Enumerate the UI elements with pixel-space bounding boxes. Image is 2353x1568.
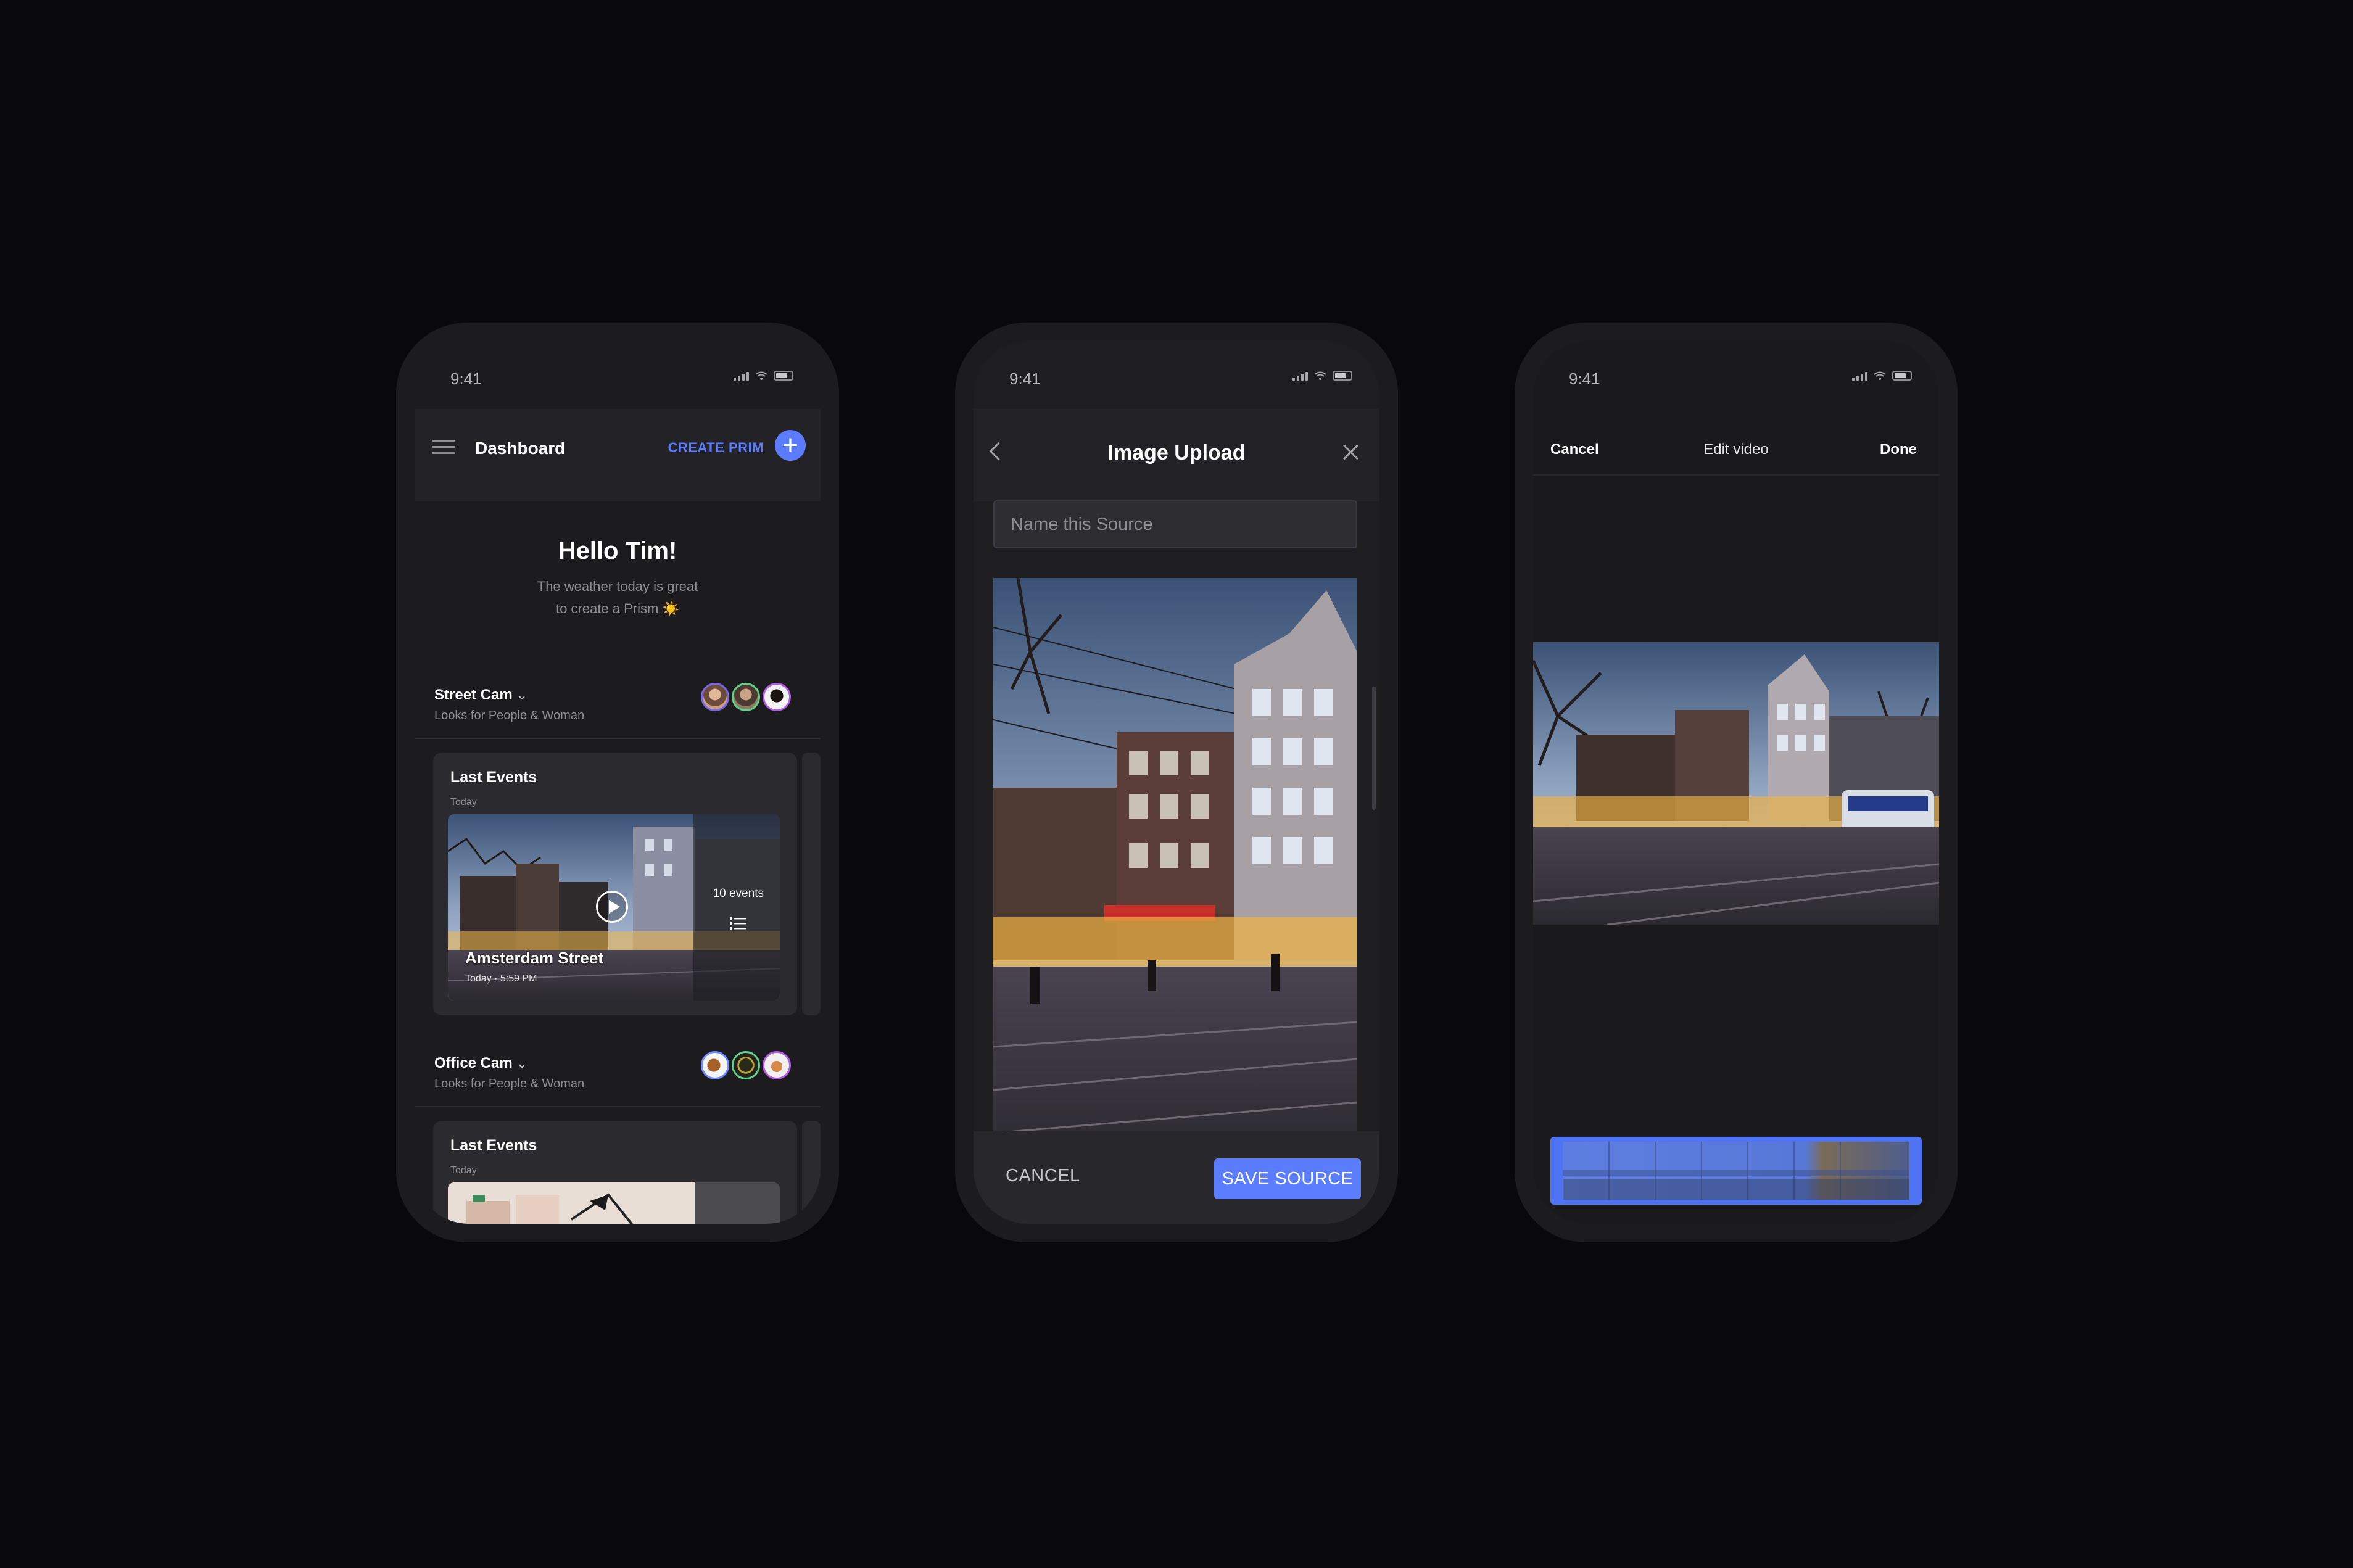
thumbnail-title: Amsterdam Street [465, 949, 603, 967]
edit-video-header: Cancel Edit video Done [1533, 409, 1939, 476]
divider [415, 738, 821, 739]
battery-icon [774, 371, 793, 381]
weather-message: The weather today is great to create a P… [415, 576, 821, 620]
wifi-icon [1314, 371, 1326, 380]
avatar[interactable] [701, 683, 729, 711]
cam-name[interactable]: Street Cam ⌄ [434, 687, 527, 704]
office-photo [448, 1182, 780, 1224]
divider [415, 1106, 821, 1107]
status-bar: 9:41 [974, 341, 1379, 409]
status-time: 9:41 [1009, 369, 1041, 388]
wifi-icon [1874, 371, 1886, 380]
next-card-peek[interactable] [802, 1121, 821, 1224]
signal-icon [1852, 371, 1867, 381]
list-icon[interactable] [729, 917, 748, 930]
create-prim-button[interactable]: CREATE PRIM [668, 440, 764, 456]
avatar[interactable] [763, 683, 791, 711]
card-date: Today [450, 1165, 477, 1176]
card-date: Today [450, 797, 477, 807]
avatar-group [701, 683, 791, 711]
avatar[interactable] [701, 1051, 729, 1079]
page-title: Image Upload [1107, 441, 1246, 464]
cam-name-label: Street Cam [434, 687, 513, 703]
cam-subtitle: Looks for People & Woman [434, 709, 585, 722]
status-time: 9:41 [450, 369, 482, 388]
events-count: 10 events [713, 887, 764, 900]
signal-icon [734, 371, 749, 381]
avatar[interactable] [763, 1051, 791, 1079]
event-thumbnail[interactable] [448, 1182, 780, 1224]
status-time: 9:41 [1569, 369, 1600, 388]
avatar[interactable] [732, 683, 760, 711]
office-cam-events-card[interactable]: Last Events Today [433, 1121, 797, 1224]
video-preview[interactable] [1533, 642, 1939, 925]
chevron-down-icon[interactable]: ⌄ [516, 687, 527, 703]
save-source-button[interactable]: SAVE SOURCE [1214, 1158, 1361, 1199]
weather-line-2: to create a Prism ☀️ [556, 601, 679, 616]
dashboard-screen: 9:41 Dashboard CREATE PRIM + Hello Tim! … [415, 341, 821, 1224]
scrollbar[interactable] [1372, 687, 1376, 810]
amsterdam-photo [993, 578, 1357, 1154]
greeting: Hello Tim! [558, 537, 677, 564]
video-frame-image [1533, 642, 1939, 925]
cam-name[interactable]: Office Cam ⌄ [434, 1055, 527, 1072]
office-cam-row[interactable]: Office Cam ⌄ Looks for People & Woman [434, 1051, 821, 1104]
wifi-icon [755, 371, 767, 380]
dashboard-header: Dashboard CREATE PRIM + [415, 409, 821, 501]
done-button[interactable]: Done [1880, 441, 1917, 458]
close-icon[interactable] [1340, 441, 1361, 462]
thumbnail-time: Today · 5:59 PM [465, 973, 537, 984]
events-overlay [693, 814, 780, 1001]
phone-dashboard: 9:41 Dashboard CREATE PRIM + Hello Tim! … [396, 323, 839, 1242]
cam-name-label: Office Cam [434, 1055, 513, 1071]
weather-line-1: The weather today is great [537, 579, 698, 594]
menu-icon[interactable] [432, 440, 455, 456]
card-title: Last Events [450, 769, 537, 786]
avatar[interactable] [732, 1051, 760, 1079]
source-name-input[interactable] [993, 500, 1357, 548]
upload-screen: 9:41 Image Upload Name this Source CANCE… [974, 341, 1379, 1224]
uploaded-image [993, 578, 1357, 1154]
street-cam-events-card[interactable]: Last Events Today 10 events Amsterdam St… [433, 753, 797, 1015]
play-icon[interactable] [596, 891, 628, 923]
showcase-canvas: 9:41 Dashboard CREATE PRIM + Hello Tim! … [0, 0, 2353, 1568]
phone-edit-video: 9:41 Cancel Edit video Done [1515, 323, 1958, 1242]
card-title: Last Events [450, 1137, 537, 1154]
upload-footer: CANCEL SAVE SOURCE [974, 1131, 1379, 1224]
upload-header: Image Upload [974, 409, 1379, 501]
page-title: Edit video [1703, 441, 1769, 458]
next-card-peek[interactable] [802, 753, 821, 1015]
chevron-down-icon[interactable]: ⌄ [516, 1055, 527, 1071]
timeline-thumbnails [1563, 1142, 1909, 1200]
status-bar: 9:41 [1533, 341, 1939, 409]
street-cam-row[interactable]: Street Cam ⌄ Looks for People & Woman [434, 683, 821, 736]
system-icons [1292, 371, 1352, 381]
event-thumbnail[interactable]: 10 events Amsterdam Street Today · 5:59 … [448, 814, 780, 1001]
battery-icon [1892, 371, 1912, 381]
phone-image-upload: 9:41 Image Upload Name this Source CANCE… [955, 323, 1398, 1242]
avatar-group [701, 1051, 791, 1079]
status-bar: 9:41 [415, 341, 821, 409]
page-title: Dashboard [475, 439, 566, 458]
signal-icon [1292, 371, 1308, 381]
timeline-frames[interactable] [1563, 1142, 1909, 1200]
edit-video-screen: 9:41 Cancel Edit video Done [1533, 341, 1939, 1224]
video-timeline[interactable] [1550, 1137, 1922, 1205]
system-icons [1852, 371, 1912, 381]
system-icons [734, 371, 793, 381]
add-icon[interactable]: + [775, 430, 806, 461]
battery-icon [1333, 371, 1352, 381]
cam-subtitle: Looks for People & Woman [434, 1077, 585, 1091]
cancel-button[interactable]: CANCEL [1006, 1166, 1080, 1186]
